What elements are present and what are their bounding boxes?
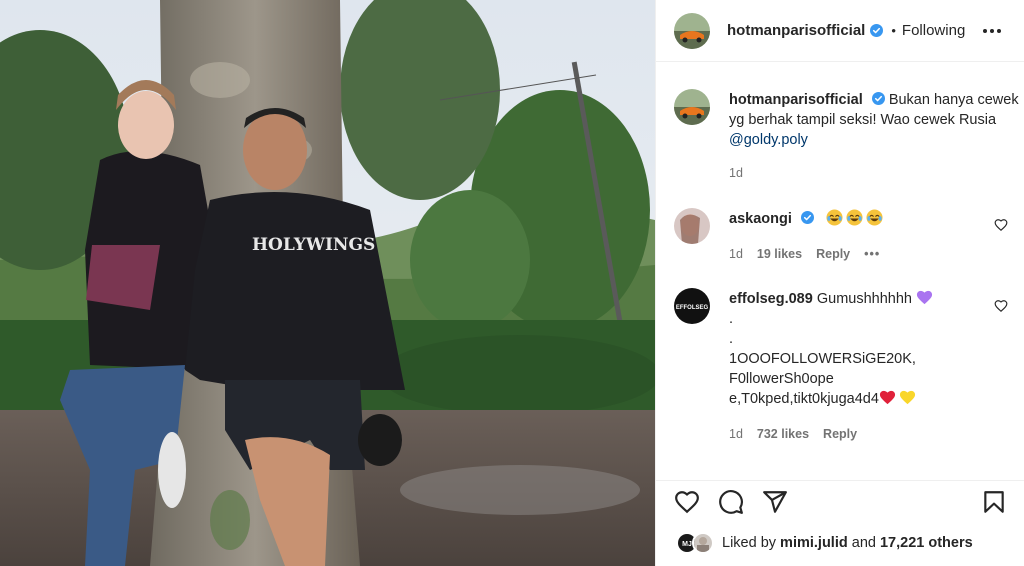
comment-icon[interactable]	[718, 489, 744, 515]
liked-by-prefix: Liked by	[722, 535, 777, 551]
heart-icon[interactable]	[674, 489, 700, 515]
comment-likes[interactable]: 732 likes	[757, 427, 809, 441]
yellow-heart-emoji	[899, 390, 915, 405]
share-icon[interactable]	[762, 489, 788, 515]
verified-badge-icon	[871, 92, 885, 105]
liker-avatars[interactable]: MJ	[676, 532, 714, 554]
liked-by-others-link[interactable]: 17,221 others	[880, 535, 973, 551]
caption-meta: 1d	[729, 166, 743, 180]
commenter-avatar[interactable]	[674, 208, 710, 244]
caption-text: hotmanparisofficial Bukan hanya cewek yg…	[729, 90, 1019, 150]
post-photo: HOLYWINGS	[0, 0, 655, 566]
caption-username[interactable]: hotmanparisofficial	[729, 92, 863, 108]
comment-text: effolseg.089 Gumushhhhhh . . 1OOOFOLLOWE…	[729, 289, 1019, 409]
comment-time[interactable]: 1d	[729, 247, 743, 261]
commenter-avatar-text: EFFOLSEG	[676, 305, 709, 311]
more-options-icon[interactable]	[983, 24, 1003, 38]
comment-line: e,T0kped,tikt0kjuga4d4	[729, 391, 879, 407]
caption-mention-link[interactable]: @goldy.poly	[729, 132, 808, 148]
grinning-tears-emoji	[866, 209, 883, 226]
comment-text: askaongi	[729, 209, 1019, 229]
shirt-print: HOLYWINGS	[252, 235, 375, 255]
comment-line: .	[729, 331, 734, 347]
comments-list: hotmanparisofficial Bukan hanya cewek yg…	[656, 63, 1024, 463]
commenter-username[interactable]: askaongi	[729, 211, 792, 227]
comment-likes[interactable]: 19 likes	[757, 247, 802, 261]
author-username[interactable]: hotmanparisofficial	[727, 22, 865, 39]
comment-more-icon[interactable]: •••	[864, 247, 880, 261]
comment-meta: 1d 19 likes Reply •••	[729, 247, 880, 261]
commenter-username[interactable]: effolseg.089	[729, 291, 813, 307]
liked-by-user-link[interactable]: mimi.julid	[780, 535, 848, 551]
bookmark-icon[interactable]	[981, 489, 1007, 515]
grinning-tears-emoji	[846, 209, 863, 226]
liker-avatar	[692, 532, 714, 554]
author-avatar[interactable]	[674, 12, 710, 49]
commenter-avatar[interactable]: EFFOLSEG	[674, 288, 710, 324]
grinning-tears-emoji	[826, 209, 843, 226]
liked-by-and: and	[851, 535, 876, 551]
comment-like-heart-icon[interactable]	[994, 299, 1008, 313]
caption-time[interactable]: 1d	[729, 166, 743, 180]
author-avatar[interactable]	[674, 89, 710, 125]
reply-button[interactable]: Reply	[823, 427, 857, 441]
verified-badge-icon	[870, 24, 884, 37]
liked-by-summary: MJ Liked by mimi.julid and 17,221 others	[676, 532, 973, 554]
liker-avatar-initials: MJ	[682, 541, 692, 548]
following-button[interactable]: Following	[902, 22, 965, 39]
reply-button[interactable]: Reply	[816, 247, 850, 261]
comment-line: 1OOOFOLLOWERSiGE20K,	[729, 351, 916, 367]
comment-meta: 1d 732 likes Reply	[729, 427, 857, 441]
comment-line: F0llowerSh0ope	[729, 371, 834, 387]
comment-like-heart-icon[interactable]	[994, 218, 1008, 232]
verified-badge-icon	[800, 211, 814, 224]
post-header: hotmanparisofficial • Following	[656, 0, 1024, 62]
post-side-panel: hotmanparisofficial • Following hotmanpa	[655, 0, 1024, 566]
red-heart-emoji	[879, 390, 895, 405]
comment-line: .	[729, 311, 734, 327]
post-action-bar	[656, 480, 1024, 520]
comment-line: Gumushhhhhh	[816, 291, 912, 307]
comment-time[interactable]: 1d	[729, 427, 743, 441]
header-separator: •	[891, 23, 896, 38]
purple-heart-emoji	[916, 290, 933, 305]
